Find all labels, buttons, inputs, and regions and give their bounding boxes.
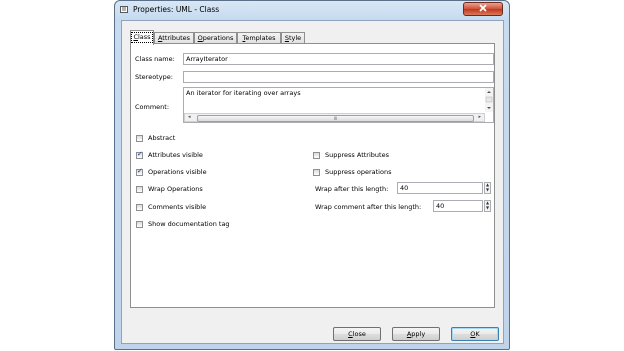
wrap-comment-length-label: Wrap comment after this length: — [315, 203, 422, 211]
comment-horizontal-scrollbar[interactable]: ◂ III ▸ — [184, 113, 485, 122]
suppress-attributes-checkbox[interactable] — [313, 152, 320, 159]
wrap-after-length-input[interactable]: 40 — [397, 182, 483, 194]
ok-button[interactable]: OK — [451, 327, 499, 341]
tab-templates-label: emplates — [245, 34, 276, 42]
window-title: Properties: UML - Class — [133, 5, 220, 14]
comment-text: An iterator for iterating over arrays — [186, 89, 301, 97]
ok-button-label: K — [475, 330, 480, 338]
dialog-body: Class Attributes Operations Templates St… — [121, 20, 504, 344]
scroll-thumb[interactable]: III — [197, 115, 474, 122]
operations-visible-checkbox[interactable] — [136, 167, 143, 176]
properties-dialog: Properties: UML - Class Class Attributes… — [114, 0, 510, 350]
spin-down-icon[interactable]: ▼ — [485, 188, 490, 193]
close-button[interactable]: Close — [333, 327, 381, 341]
stereotype-input[interactable] — [183, 71, 494, 83]
tab-class-label: lass — [137, 33, 151, 41]
wrap-after-length-label: Wrap after this length: — [315, 185, 389, 193]
properties-app-icon — [120, 5, 129, 14]
show-documentation-tag-checkbox[interactable] — [136, 221, 143, 228]
class-name-label: Class name: — [135, 55, 175, 63]
show-documentation-tag-label: Show documentation tag — [148, 220, 230, 228]
tab-operations-label: perations — [202, 34, 234, 42]
wrap-operations-checkbox[interactable] — [136, 186, 143, 193]
close-button-label: lose — [352, 330, 366, 338]
abstract-label: Abstract — [148, 134, 176, 142]
scroll-arrows-icon — [485, 91, 493, 109]
class-tab-panel: Class name: ArrayIterator Stereotype: Co… — [130, 43, 495, 308]
close-x-icon — [478, 4, 488, 14]
suppress-operations-label: Suppress operations — [325, 168, 392, 176]
attributes-visible-label: Attributes visible — [148, 151, 203, 159]
scroll-right-icon[interactable]: ▸ — [478, 114, 481, 120]
class-name-input[interactable]: ArrayIterator — [183, 53, 494, 65]
tab-class[interactable]: Class — [130, 30, 154, 45]
window-close-button[interactable] — [463, 2, 503, 16]
wrap-comment-length-spinner[interactable]: ▲ ▼ — [484, 200, 491, 212]
wrap-operations-label: Wrap Operations — [148, 185, 203, 193]
comments-visible-checkbox[interactable] — [136, 204, 143, 211]
tab-style-label: tyle — [288, 34, 302, 42]
title-bar[interactable]: Properties: UML - Class — [115, 1, 509, 18]
operations-visible-label: Operations visible — [148, 168, 207, 176]
scroll-left-icon[interactable]: ◂ — [188, 114, 191, 120]
tab-attributes-label: ttributes — [162, 34, 191, 42]
suppress-attributes-label: Suppress Attributes — [325, 151, 389, 159]
comment-label: Comment: — [135, 103, 170, 111]
attributes-visible-checkbox[interactable] — [136, 150, 143, 159]
abstract-checkbox[interactable] — [136, 135, 143, 142]
stereotype-label: Stereotype: — [135, 73, 173, 81]
spin-down-icon[interactable]: ▼ — [485, 206, 490, 211]
comment-vertical-scrollbar[interactable] — [485, 88, 493, 112]
wrap-after-length-spinner[interactable]: ▲ ▼ — [484, 182, 491, 194]
scroll-grip: III — [333, 116, 338, 121]
apply-button[interactable]: Apply — [392, 327, 440, 341]
wrap-comment-length-input[interactable]: 40 — [433, 200, 483, 212]
apply-button-label: pply — [411, 330, 426, 338]
comments-visible-label: Comments visible — [148, 203, 207, 211]
suppress-operations-checkbox[interactable] — [313, 169, 320, 176]
